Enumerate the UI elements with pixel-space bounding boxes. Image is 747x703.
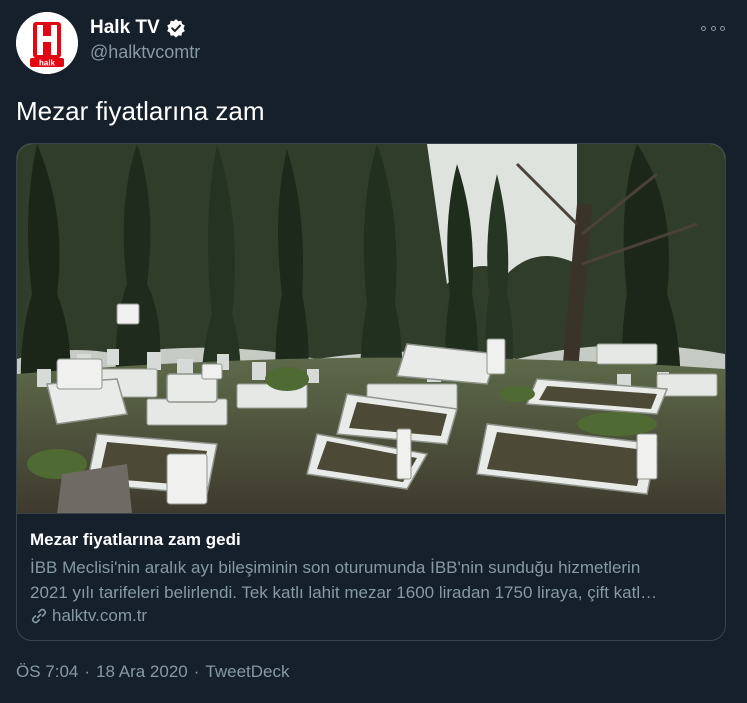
card-domain-text: halktv.com.tr (52, 606, 148, 625)
meta-separator: · (193, 662, 200, 681)
meta-separator: · (84, 662, 91, 681)
card-domain[interactable]: halktv.com.tr (30, 606, 147, 626)
link-card[interactable]: Mezar fiyatlarına zam gedi İBB Meclisi'n… (16, 143, 726, 641)
tweet-date[interactable]: 18 Ara 2020 (96, 662, 188, 682)
name-row: Halk TV (90, 17, 186, 39)
more-options-icon[interactable] (701, 20, 725, 36)
avatar-logo-text: halk (39, 59, 56, 68)
card-title[interactable]: Mezar fiyatlarına zam gedi (30, 530, 241, 550)
card-description: İBB Meclisi'nin aralık ayı bileşiminin s… (30, 555, 720, 605)
tweet-time[interactable]: ÖS 7:04 (16, 662, 78, 682)
tweet-source[interactable]: TweetDeck (205, 662, 289, 682)
avatar[interactable]: halk (16, 12, 78, 74)
tweet-meta: ÖS 7:04 · 18 Ara 2020 · TweetDeck (16, 662, 290, 682)
card-image[interactable] (17, 144, 725, 514)
card-description-line-1: İBB Meclisi'nin aralık ayı bileşiminin s… (30, 558, 641, 577)
verified-badge-icon (166, 18, 186, 38)
user-handle[interactable]: @halktvcomtr (90, 42, 200, 63)
tweet-text: Mezar fiyatlarına zam (16, 96, 265, 126)
card-description-line-2: 2021 yılı tarifeleri belirlendi. Tek kat… (30, 583, 658, 602)
tweet: halk Halk TV @halktvcomtr Mezar fiyatlar… (0, 0, 747, 703)
link-icon (30, 607, 48, 625)
display-name[interactable]: Halk TV (90, 17, 160, 39)
